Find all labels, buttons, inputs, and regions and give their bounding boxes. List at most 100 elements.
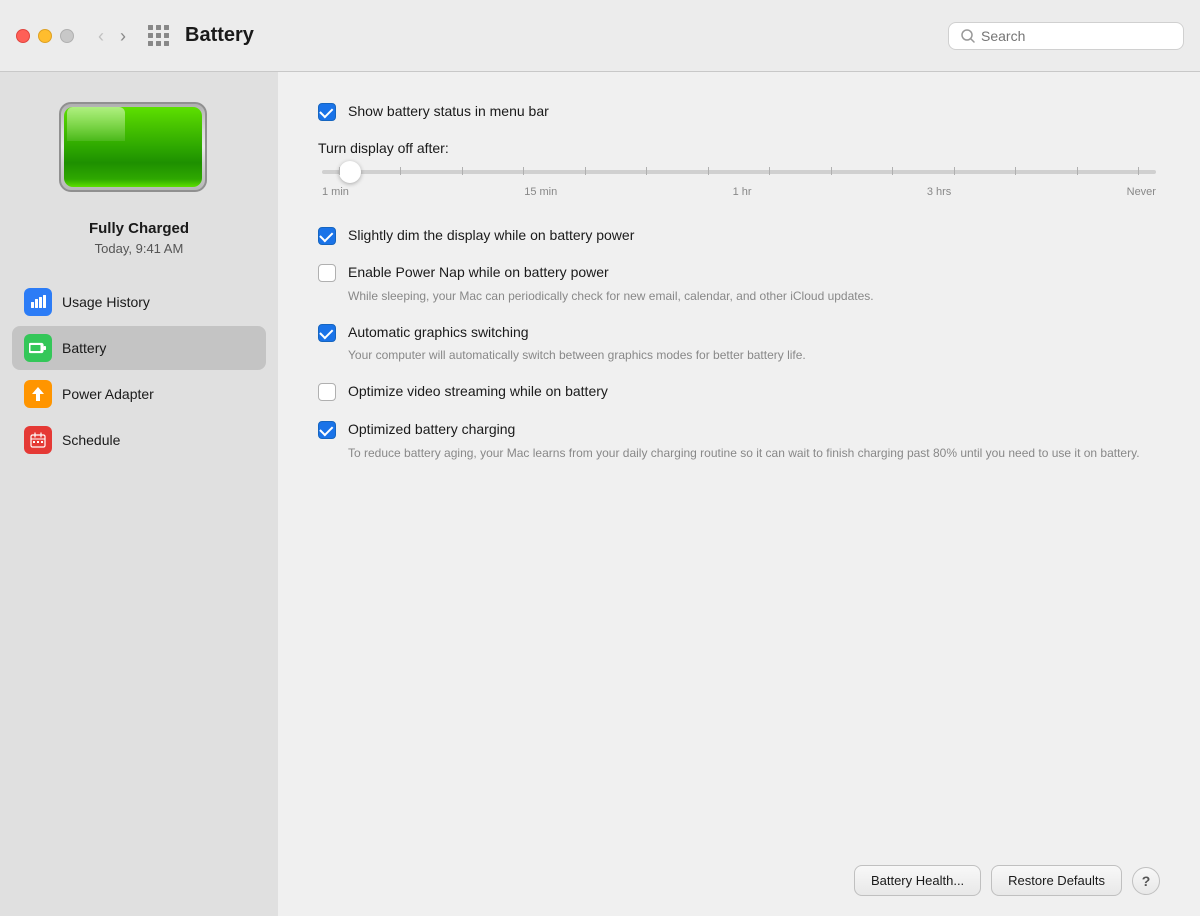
grid-dot — [148, 41, 153, 46]
auto-graphics-desc: Your computer will automatically switch … — [348, 346, 1160, 364]
sidebar: Fully Charged Today, 9:41 AM Usage Histo… — [0, 72, 278, 916]
grid-dot — [148, 25, 153, 30]
dim-display-checkbox[interactable] — [318, 227, 336, 245]
power-nap-label: Enable Power Nap while on battery power — [348, 263, 1160, 283]
dim-display-row: Slightly dim the display while on batter… — [318, 226, 1160, 246]
dim-display-label: Slightly dim the display while on batter… — [348, 226, 1160, 246]
grid-dot — [164, 41, 169, 46]
show-battery-status-checkbox[interactable] — [318, 103, 336, 121]
main-content: Fully Charged Today, 9:41 AM Usage Histo… — [0, 72, 1200, 916]
display-off-section: Turn display off after: — [318, 140, 1160, 198]
tick — [339, 167, 340, 175]
sidebar-item-label: Usage History — [62, 294, 150, 310]
slider-label-1hr: 1 hr — [733, 186, 752, 198]
battery-body — [59, 102, 207, 192]
show-battery-status-text: Show battery status in menu bar — [348, 102, 1160, 122]
tick — [646, 167, 647, 175]
grid-dot — [156, 25, 161, 30]
minimize-button[interactable] — [38, 29, 52, 43]
sidebar-item-power-adapter[interactable]: Power Adapter — [12, 372, 266, 416]
show-battery-status-row: Show battery status in menu bar — [318, 102, 1160, 122]
slider-label-3hrs: 3 hrs — [927, 186, 951, 198]
slider-label-15min: 15 min — [524, 186, 557, 198]
tick — [1138, 167, 1139, 175]
power-adapter-icon — [24, 380, 52, 408]
help-button[interactable]: ? — [1132, 867, 1160, 895]
auto-graphics-row: Automatic graphics switching Your comput… — [318, 323, 1160, 365]
tick — [708, 167, 709, 175]
battery-image — [59, 102, 219, 202]
power-nap-text: Enable Power Nap while on battery power … — [348, 263, 1160, 305]
search-input[interactable] — [981, 28, 1171, 44]
tick — [831, 167, 832, 175]
tick — [954, 167, 955, 175]
forward-button[interactable]: › — [116, 27, 130, 45]
video-streaming-label: Optimize video streaming while on batter… — [348, 382, 1160, 402]
tick — [523, 167, 524, 175]
grid-icon[interactable] — [148, 25, 169, 46]
close-button[interactable] — [16, 29, 30, 43]
back-button[interactable]: ‹ — [94, 27, 108, 45]
restore-defaults-button[interactable]: Restore Defaults — [991, 865, 1122, 896]
usage-history-icon — [24, 288, 52, 316]
video-streaming-checkbox[interactable] — [318, 383, 336, 401]
sidebar-item-usage-history[interactable]: Usage History — [12, 280, 266, 324]
slider-label-1min: 1 min — [322, 186, 349, 198]
traffic-lights — [16, 29, 74, 43]
power-nap-desc: While sleeping, your Mac can periodicall… — [348, 287, 1160, 305]
grid-dot — [148, 33, 153, 38]
tick — [892, 167, 893, 175]
optimized-charging-checkbox[interactable] — [318, 421, 336, 439]
auto-graphics-text: Automatic graphics switching Your comput… — [348, 323, 1160, 365]
slider-label-never: Never — [1127, 186, 1156, 198]
tick — [585, 167, 586, 175]
power-nap-checkbox[interactable] — [318, 264, 336, 282]
display-off-label: Turn display off after: — [318, 140, 1160, 156]
power-nap-row: Enable Power Nap while on battery power … — [318, 263, 1160, 305]
battery-tip — [205, 133, 207, 161]
grid-dot — [156, 41, 161, 46]
sidebar-item-label: Schedule — [62, 432, 120, 448]
search-bar — [948, 22, 1184, 50]
optimized-charging-desc: To reduce battery aging, your Mac learns… — [348, 444, 1160, 462]
bottom-bar: Battery Health... Restore Defaults ? — [318, 845, 1160, 896]
grid-dot — [156, 33, 161, 38]
optimized-charging-label: Optimized battery charging — [348, 420, 1160, 440]
slider-labels: 1 min 15 min 1 hr 3 hrs Never — [322, 186, 1156, 198]
battery-status-time: Today, 9:41 AM — [89, 241, 189, 256]
titlebar: ‹ › Battery — [0, 0, 1200, 72]
optimized-charging-text: Optimized battery charging To reduce bat… — [348, 420, 1160, 462]
maximize-button[interactable] — [60, 29, 74, 43]
page-title: Battery — [185, 24, 254, 47]
auto-graphics-checkbox[interactable] — [318, 324, 336, 342]
battery-reflection — [67, 107, 125, 141]
sidebar-item-label: Battery — [62, 340, 106, 356]
grid-dot — [164, 33, 169, 38]
tick — [1015, 167, 1016, 175]
tick — [1077, 167, 1078, 175]
schedule-icon — [24, 426, 52, 454]
tick — [400, 167, 401, 175]
optimized-charging-row: Optimized battery charging To reduce bat… — [318, 420, 1160, 462]
nav-arrows: ‹ › — [94, 27, 130, 45]
dim-display-text: Slightly dim the display while on batter… — [348, 226, 1160, 246]
video-streaming-row: Optimize video streaming while on batter… — [318, 382, 1160, 402]
tick — [462, 167, 463, 175]
grid-dot — [164, 25, 169, 30]
sidebar-item-label: Power Adapter — [62, 386, 154, 402]
sidebar-item-schedule[interactable]: Schedule — [12, 418, 266, 462]
show-battery-status-label: Show battery status in menu bar — [348, 102, 1160, 122]
sidebar-nav: Usage History Battery — [12, 280, 266, 462]
sidebar-item-battery[interactable]: Battery — [12, 326, 266, 370]
tick — [769, 167, 770, 175]
battery-status-title: Fully Charged — [89, 220, 189, 237]
battery-icon — [24, 334, 52, 362]
battery-health-button[interactable]: Battery Health... — [854, 865, 981, 896]
battery-status: Fully Charged Today, 9:41 AM — [89, 220, 189, 256]
video-streaming-text: Optimize video streaming while on batter… — [348, 382, 1160, 402]
search-icon — [961, 29, 975, 43]
slider-track — [322, 170, 1156, 174]
right-panel: Show battery status in menu bar Turn dis… — [278, 72, 1200, 916]
auto-graphics-label: Automatic graphics switching — [348, 323, 1160, 343]
slider-container: 1 min 15 min 1 hr 3 hrs Never — [318, 170, 1160, 198]
